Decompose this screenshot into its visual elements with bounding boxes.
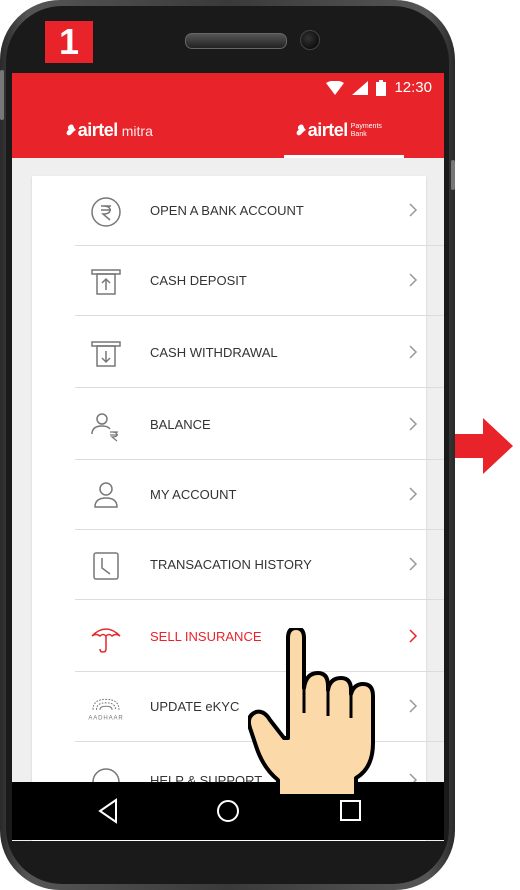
clock-doc-icon (93, 552, 119, 580)
speaker-grille (185, 33, 287, 49)
rupee-circle-icon (91, 197, 121, 227)
status-bar: 12:30 (12, 73, 444, 103)
tab-brand: airtel (307, 120, 349, 140)
umbrella-icon (91, 628, 121, 653)
android-navbar (12, 782, 444, 840)
menu-label: OPEN A BANK ACCOUNT (150, 203, 304, 218)
menu-item-cash-withdrawal[interactable]: CASH WITHDRAWAL (57, 318, 444, 388)
chevron-right-icon (409, 487, 418, 501)
chevron-right-icon (409, 203, 418, 217)
front-camera (300, 30, 320, 50)
menu-label: SELL INSURANCE (150, 629, 262, 644)
tab-airtel-payments-bank[interactable]: ❥ airtel Payments Bank (294, 103, 382, 158)
back-icon[interactable] (94, 796, 124, 826)
volume-button (0, 70, 4, 120)
step-badge: 1 (45, 21, 93, 63)
menu-label: CASH WITHDRAWAL (150, 345, 278, 360)
divider (75, 315, 444, 316)
next-step-arrow-icon (455, 418, 513, 474)
tab-suffix: mitra (121, 122, 153, 139)
tab-airtel-mitra[interactable]: ❥ airtel mitra (64, 103, 153, 158)
menu-item-cash-deposit[interactable]: CASH DEPOSIT (57, 246, 444, 316)
airtel-logo-icon: ❥ (64, 122, 76, 138)
menu-item-open-bank-account[interactable]: OPEN A BANK ACCOUNT (57, 176, 444, 246)
menu-item-my-account[interactable]: MY ACCOUNT (57, 460, 444, 530)
signal-icon (352, 80, 369, 95)
power-button (451, 160, 455, 190)
airtel-logo-icon: ❥ (294, 122, 306, 138)
pointing-hand-icon (248, 628, 375, 798)
chevron-right-icon (409, 417, 418, 431)
menu-label: UPDATE eKYC (150, 699, 240, 714)
aadhaar-icon: AADHAAR (88, 698, 123, 721)
menu-label: BALANCE (150, 417, 211, 432)
chevron-right-icon (409, 273, 418, 287)
app-header: ❥ airtel mitra ❥ airtel Payments Bank (12, 103, 444, 158)
menu-label: CASH DEPOSIT (150, 273, 247, 288)
divider (75, 599, 444, 600)
chevron-right-icon (409, 345, 418, 359)
wifi-icon (326, 80, 345, 95)
home-icon[interactable] (213, 796, 243, 826)
menu-label: MY ACCOUNT (150, 487, 237, 502)
user-icon (94, 482, 118, 508)
recents-icon[interactable] (335, 796, 365, 826)
chevron-right-icon (409, 629, 418, 643)
menu-label: TRANSACATION HISTORY (150, 557, 312, 572)
menu-item-transaction-history[interactable]: TRANSACATION HISTORY (57, 530, 444, 600)
tab-bank-label: Payments Bank (350, 122, 382, 138)
tab-brand: airtel (77, 120, 119, 140)
status-time: 12:30 (394, 79, 432, 96)
battery-icon (376, 79, 387, 96)
app-screen: 12:30 ❥ airtel mitra ❥ airtel Payments B… (12, 73, 444, 841)
menu-item-balance[interactable]: BALANCE (57, 390, 444, 460)
chevron-right-icon (409, 557, 418, 571)
aadhaar-logo-text: AADHAAR (88, 715, 123, 721)
atm-deposit-icon (91, 269, 121, 295)
chevron-right-icon (409, 699, 418, 713)
user-rupee-icon (91, 413, 118, 442)
atm-withdraw-icon (91, 341, 121, 367)
tab-indicator (284, 155, 404, 158)
divider (75, 387, 444, 388)
